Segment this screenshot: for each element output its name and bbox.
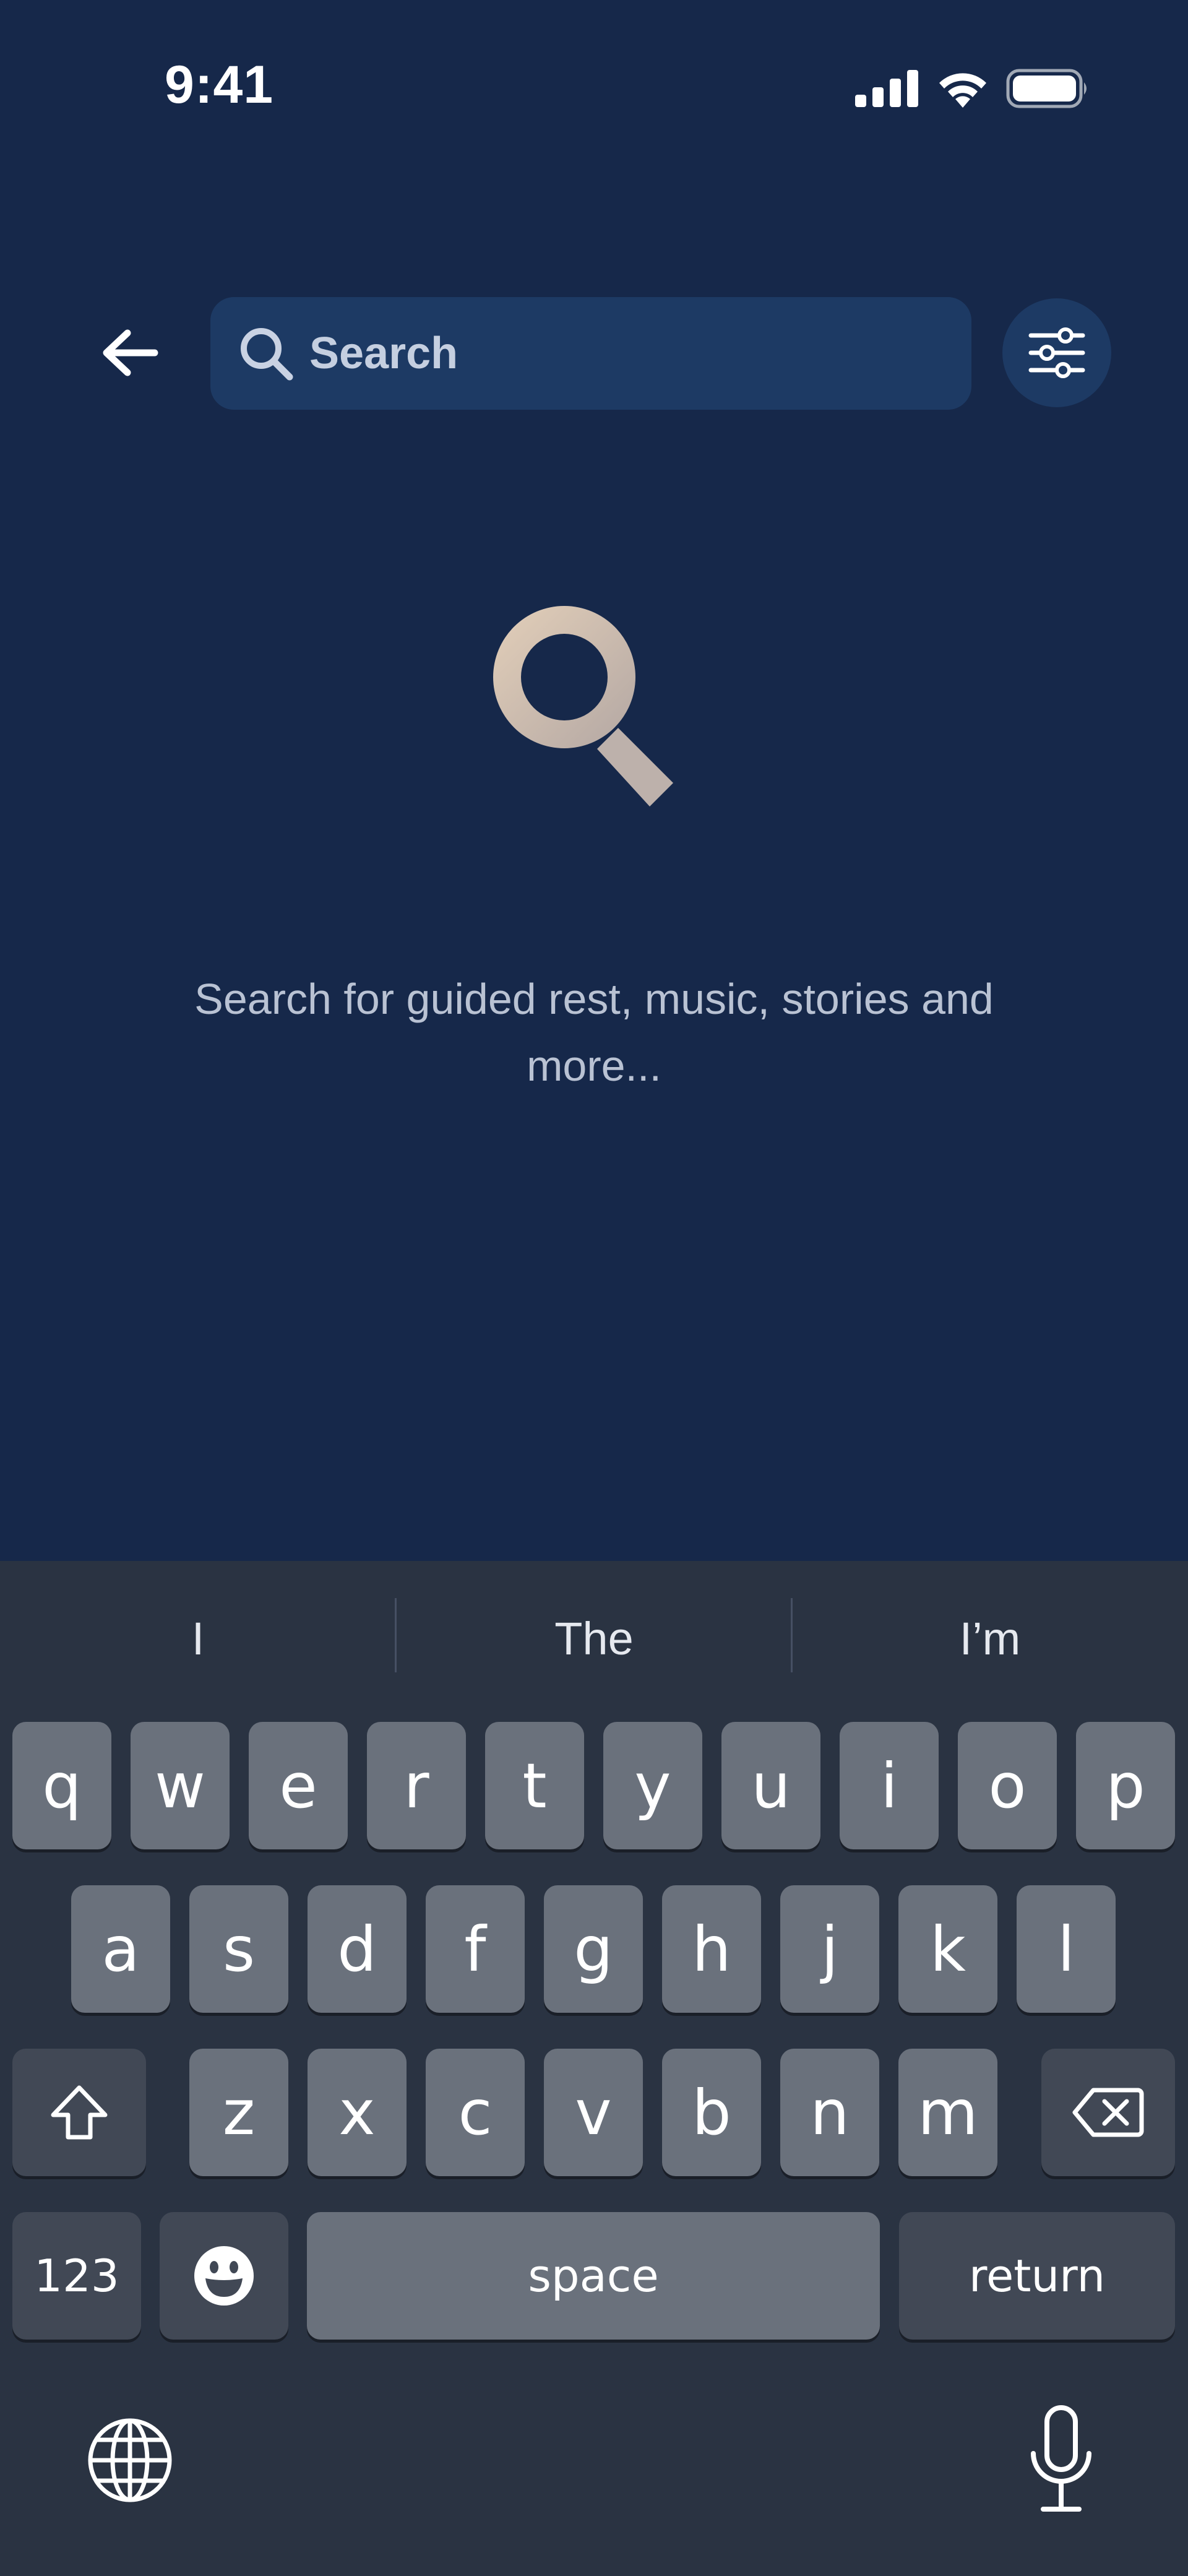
search-field[interactable] bbox=[210, 297, 971, 410]
key-i[interactable]: i bbox=[840, 1722, 939, 1849]
key-z[interactable]: z bbox=[189, 2049, 288, 2176]
shift-key[interactable] bbox=[12, 2049, 146, 2176]
battery-icon bbox=[1006, 69, 1087, 108]
key-b[interactable]: b bbox=[662, 2049, 761, 2176]
suggestion-1[interactable]: I bbox=[0, 1561, 396, 1716]
key-j[interactable]: j bbox=[780, 1885, 879, 2013]
key-a[interactable]: a bbox=[71, 1885, 170, 2013]
key-v[interactable]: v bbox=[544, 2049, 643, 2176]
key-k[interactable]: k bbox=[898, 1885, 997, 2013]
key-l[interactable]: l bbox=[1017, 1885, 1116, 2013]
microphone-icon[interactable] bbox=[1021, 2404, 1101, 2515]
back-button[interactable] bbox=[93, 316, 167, 390]
globe-icon[interactable] bbox=[84, 2414, 176, 2507]
key-s[interactable]: s bbox=[189, 1885, 288, 2013]
status-time: 9:41 bbox=[165, 55, 274, 115]
space-key[interactable]: space bbox=[307, 2212, 880, 2340]
key-d[interactable]: d bbox=[308, 1885, 407, 2013]
keyboard: I The I’m q w e r t y u i o p a s d f g … bbox=[0, 1561, 1188, 2576]
emoji-key[interactable] bbox=[160, 2212, 288, 2340]
key-m[interactable]: m bbox=[898, 2049, 997, 2176]
search-input[interactable] bbox=[309, 328, 928, 379]
key-t[interactable]: t bbox=[485, 1722, 584, 1849]
arrow-left-icon bbox=[103, 329, 158, 376]
key-f[interactable]: f bbox=[426, 1885, 525, 2013]
key-x[interactable]: x bbox=[308, 2049, 407, 2176]
cellular-signal-icon bbox=[855, 70, 918, 107]
sliders-icon bbox=[1028, 327, 1085, 378]
key-y[interactable]: y bbox=[603, 1722, 702, 1849]
magnifier-illustration bbox=[493, 606, 673, 806]
key-e[interactable]: e bbox=[249, 1722, 348, 1849]
key-h[interactable]: h bbox=[662, 1885, 761, 2013]
return-key[interactable]: return bbox=[899, 2212, 1175, 2340]
status-icons bbox=[855, 67, 1089, 110]
key-w[interactable]: w bbox=[131, 1722, 230, 1849]
key-g[interactable]: g bbox=[544, 1885, 643, 2013]
status-bar: 9:41 bbox=[0, 0, 1188, 173]
key-q[interactable]: q bbox=[12, 1722, 111, 1849]
suggestion-2[interactable]: The bbox=[396, 1561, 792, 1716]
key-c[interactable]: c bbox=[426, 2049, 525, 2176]
suggestion-3[interactable]: I’m bbox=[792, 1561, 1188, 1716]
emoji-icon bbox=[194, 2246, 254, 2306]
backspace-icon bbox=[1072, 2088, 1144, 2137]
shift-icon bbox=[51, 2085, 108, 2140]
numbers-key[interactable]: 123 bbox=[12, 2212, 141, 2340]
filter-button[interactable] bbox=[1002, 298, 1111, 407]
backspace-key[interactable] bbox=[1041, 2049, 1175, 2176]
key-o[interactable]: o bbox=[958, 1722, 1057, 1849]
key-u[interactable]: u bbox=[721, 1722, 820, 1849]
key-r[interactable]: r bbox=[367, 1722, 466, 1849]
empty-state-message: Search for guided rest, music, stories a… bbox=[194, 975, 994, 1090]
key-p[interactable]: p bbox=[1076, 1722, 1175, 1849]
wifi-icon bbox=[939, 73, 986, 108]
search-header bbox=[0, 291, 1188, 415]
key-n[interactable]: n bbox=[780, 2049, 879, 2176]
search-icon bbox=[236, 324, 296, 383]
